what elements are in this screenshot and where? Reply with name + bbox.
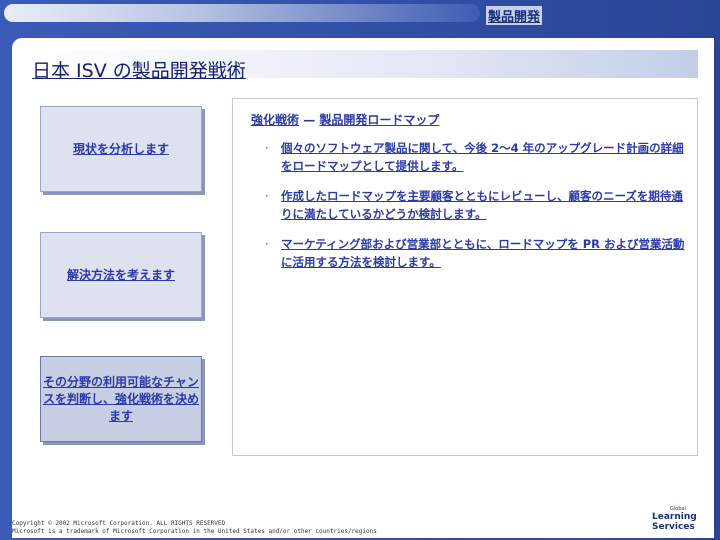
bullet-item[interactable]: · 作成したロードマップを主要顧客とともにレビューし、顧客のニーズを期待通りに満… — [249, 187, 689, 223]
content-area: 日本 ISV の製品開発戦術 現状を分析します 解決方法を考えます その分野の利… — [12, 38, 714, 538]
panel-title-dash: — — [299, 113, 320, 127]
step-label: 解決方法を考えます — [66, 267, 175, 282]
bullet-list: · 個々のソフトウェア製品に関して、今後 2～4 年のアップグレード計画の詳細を… — [249, 139, 689, 283]
bullet-item[interactable]: · マーケティング部および営業部とともに、ロードマップを PR および営業活動に… — [249, 235, 689, 271]
page-title: 日本 ISV の製品開発戦術 — [32, 60, 246, 82]
bullet-dot-icon: · — [265, 237, 269, 251]
logo-line2: Services — [652, 522, 695, 532]
logo-line1: Learning — [652, 512, 697, 522]
panel-title-right[interactable]: 製品開発ロードマップ — [319, 113, 439, 127]
step-label: その分野の利用可能なチャンスを判断し、強化戦術を決めます — [42, 374, 199, 423]
copyright-line: Copyright © 2002 Microsoft Corporation. … — [12, 520, 226, 527]
step-solve[interactable]: 解決方法を考えます — [40, 232, 202, 318]
bullet-text: 作成したロードマップを主要顧客とともにレビューし、顧客のニーズを期待通りに満たし… — [281, 189, 683, 221]
copyright-line: Microsoft is a trademark of Microsoft Co… — [12, 528, 377, 535]
bullet-text: 個々のソフトウェア製品に関して、今後 2～4 年のアップグレード計画の詳細をロー… — [281, 141, 684, 173]
step-label: 現状を分析します — [72, 141, 169, 156]
panel-title-left[interactable]: 強化戦術 — [251, 113, 299, 127]
step-decide[interactable]: その分野の利用可能なチャンスを判断し、強化戦術を決めます — [40, 356, 202, 442]
learning-services-logo: Global Learning Services — [644, 504, 710, 534]
bullet-text: マーケティング部および営業部とともに、ロードマップを PR および営業活動に活用… — [281, 237, 685, 269]
section-tag[interactable]: 製品開発 — [486, 6, 543, 25]
top-bar — [4, 4, 480, 22]
bullet-item[interactable]: · 個々のソフトウェア製品に関して、今後 2～4 年のアップグレード計画の詳細を… — [249, 139, 689, 175]
bullet-dot-icon: · — [265, 189, 269, 203]
copyright: Copyright © 2002 Microsoft Corporation. … — [12, 520, 377, 536]
strategy-panel: 強化戦術 — 製品開発ロードマップ · 個々のソフトウェア製品に関して、今後 2… — [232, 98, 698, 456]
step-analyze[interactable]: 現状を分析します — [40, 106, 202, 192]
bullet-dot-icon: · — [265, 141, 269, 155]
panel-title: 強化戦術 — 製品開発ロードマップ — [251, 111, 439, 128]
